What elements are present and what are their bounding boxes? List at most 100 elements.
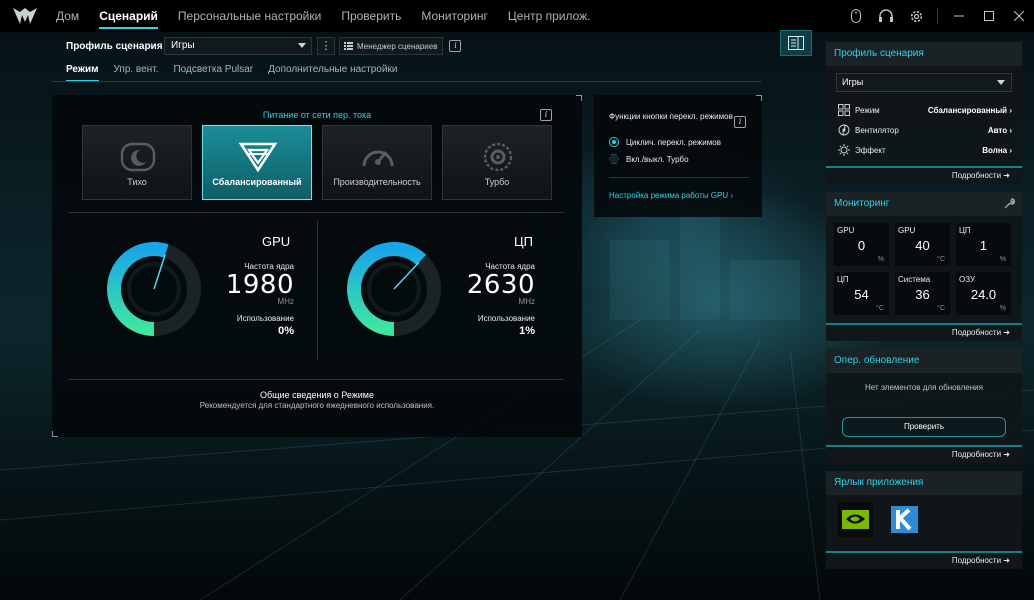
sidebar-profile-select[interactable]: Игры	[836, 73, 1012, 92]
gpu-gauge	[107, 242, 201, 336]
cpu-usage-label: Использование	[477, 314, 535, 323]
mode-card-turbo[interactable]: Турбо	[442, 125, 552, 200]
monitor-unit: %	[999, 256, 1006, 263]
close-icon[interactable]	[1004, 0, 1034, 32]
k-app-icon[interactable]	[887, 502, 922, 537]
collapse-sidebar-button[interactable]	[780, 30, 812, 56]
nav-monitoring[interactable]: Мониторинг	[411, 0, 498, 32]
info-icon[interactable]: i	[449, 40, 462, 52]
fan-icon	[838, 124, 850, 136]
mouse-icon[interactable]	[841, 0, 871, 32]
monitor-unit: °C	[876, 305, 884, 312]
option-label: Циклич. перекл. режимов	[626, 137, 721, 147]
profile-select-value: Игры	[171, 40, 195, 51]
arrow-right-icon: ➜	[1003, 450, 1010, 459]
card-title: Ярлык приложения	[826, 471, 1022, 495]
tab-pulsar-lighting[interactable]: Подсветка Pulsar	[173, 64, 253, 82]
monitor-label: GPU	[898, 226, 916, 235]
details-label: Подробности	[951, 556, 1002, 565]
nav-check[interactable]: Проверить	[331, 0, 411, 32]
tab-additional-settings[interactable]: Дополнительные настройки	[268, 64, 397, 82]
arrow-right-icon: ➜	[1003, 556, 1010, 565]
nav-scenario[interactable]: Сценарий	[89, 0, 168, 32]
row-label: Режим	[855, 105, 880, 115]
profile-row-effect[interactable]: Эффект Волна ›	[826, 140, 1022, 160]
panel-corner	[52, 431, 58, 437]
nav-app-center[interactable]: Центр прилож.	[498, 0, 601, 32]
gpu-mode-settings-link[interactable]: Настройка режима работы GPU ›	[609, 191, 733, 200]
divider	[317, 221, 318, 361]
headset-icon[interactable]	[871, 0, 901, 32]
details-link[interactable]: Подробности ➜	[826, 166, 1022, 184]
info-icon[interactable]: i	[540, 109, 552, 121]
nav-personal-settings[interactable]: Персональные настройки	[168, 0, 331, 32]
monitor-unit: °C	[937, 256, 945, 263]
scenario-manager-label: Менеджер сценариев	[357, 41, 438, 51]
scenario-manager-button[interactable]: Менеджер сценариев	[339, 37, 444, 55]
window-controls-separator	[937, 8, 938, 24]
monitor-unit: %	[999, 305, 1006, 312]
panel-corner	[576, 95, 582, 101]
monitor-label: GPU	[837, 226, 855, 235]
details-link[interactable]: Подробности ➜	[826, 323, 1022, 341]
radio-unselected-icon	[609, 154, 619, 164]
row-value: Сбалансированный ›	[927, 105, 1012, 115]
monitor-value: 1	[979, 238, 988, 253]
row-label: Вентилятор	[855, 125, 899, 135]
option-label: Вкл./выкл. Турбо	[626, 154, 689, 164]
scenario-profile-card: Профиль сценария Игры Режим Сбалансирова…	[826, 42, 1022, 184]
check-updates-button[interactable]: Проверить	[842, 417, 1006, 437]
chevron-down-icon	[997, 80, 1005, 85]
option-toggle-turbo[interactable]: Вкл./выкл. Турбо	[609, 154, 689, 164]
panel-corner	[756, 95, 762, 101]
row-value: Авто ›	[987, 125, 1012, 135]
list-icon	[344, 42, 353, 50]
profile-row-fan[interactable]: Вентилятор Авто ›	[826, 120, 1022, 140]
mode-card-performance[interactable]: Производительность	[322, 125, 432, 200]
monitor-label: ОЗУ	[959, 275, 976, 284]
sun-icon	[838, 144, 850, 156]
mode-label: Турбо	[484, 177, 510, 187]
monitor-value: 36	[915, 287, 930, 302]
tab-mode[interactable]: Режим	[66, 64, 99, 82]
tab-fan-control[interactable]: Упр. вент.	[114, 64, 159, 82]
monitor-label: ЦП	[959, 226, 971, 235]
app-shortcut-card: Ярлык приложения Подробности ➜	[826, 471, 1022, 569]
monitor-cell-cpu-usage: ЦП 1 %	[956, 223, 1011, 266]
nav-home[interactable]: Дом	[46, 0, 89, 32]
radio-selected-icon	[609, 137, 619, 147]
profile-select[interactable]: Игры	[164, 37, 312, 55]
more-options-icon[interactable]: ⋮	[317, 37, 335, 55]
details-label: Подробности	[951, 450, 1002, 459]
nvidia-icon[interactable]	[838, 502, 873, 537]
minimize-icon[interactable]	[944, 0, 974, 32]
info-icon[interactable]: i	[734, 116, 746, 128]
turbo-icon	[483, 142, 513, 172]
details-label: Подробности	[951, 171, 1002, 180]
details-link[interactable]: Подробности ➜	[826, 551, 1022, 569]
gear-icon[interactable]	[901, 0, 931, 32]
details-link[interactable]: Подробности ➜	[826, 445, 1022, 463]
maximize-icon[interactable]	[974, 0, 1004, 32]
mode-card-balanced[interactable]: Сбалансированный	[202, 125, 312, 200]
monitor-label: ЦП	[837, 275, 849, 284]
cpu-gauge	[347, 242, 441, 336]
monitor-cell-ram-usage: ОЗУ 24.0 %	[956, 272, 1011, 315]
option-cycle-modes[interactable]: Циклич. перекл. режимов	[609, 137, 721, 147]
wrench-icon[interactable]	[1004, 198, 1015, 209]
monitoring-grid: GPU 0 % GPU 40 °C ЦП 1 % ЦП 54 °C Систем…	[826, 216, 1022, 323]
divider	[68, 379, 564, 380]
mode-cards: Тихо Сбалансированный Производительность	[82, 125, 552, 200]
gpu-usage-value: 0%	[278, 325, 294, 337]
monitor-cell-cpu-temp: ЦП 54 °C	[834, 272, 889, 315]
monitor-cell-gpu-temp: GPU 40 °C	[895, 223, 950, 266]
monitor-unit: °C	[937, 305, 945, 312]
gpu-freq-unit: MHz	[277, 297, 294, 306]
divider	[68, 212, 564, 213]
row-label: Эффект	[855, 145, 886, 155]
window-controls	[841, 0, 1034, 32]
mode-card-quiet[interactable]: Тихо	[82, 125, 192, 200]
profile-row-mode[interactable]: Режим Сбалансированный ›	[826, 100, 1022, 120]
monitor-value: 54	[854, 287, 869, 302]
